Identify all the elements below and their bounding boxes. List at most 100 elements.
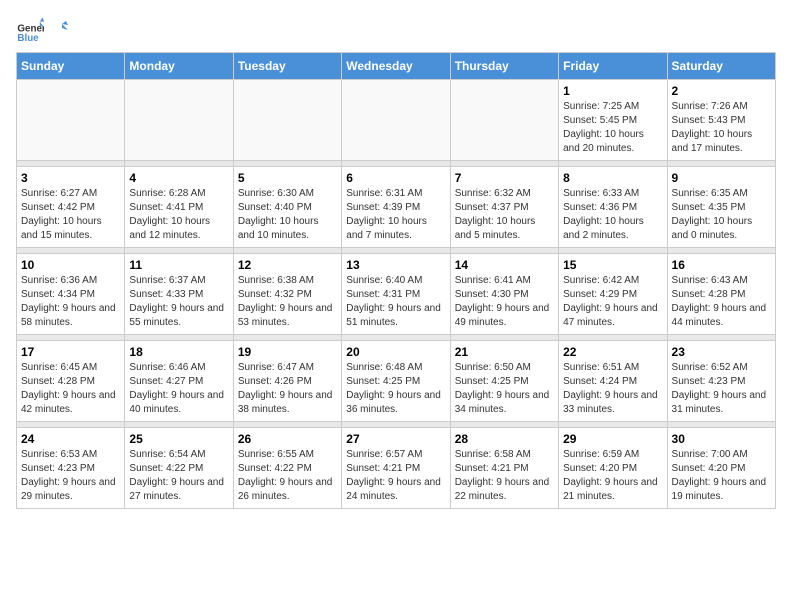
day-number: 23 <box>672 345 771 359</box>
day-info: Sunrise: 6:27 AM Sunset: 4:42 PM Dayligh… <box>21 187 120 243</box>
day-info: Sunrise: 6:31 AM Sunset: 4:39 PM Dayligh… <box>346 187 445 243</box>
day-number: 19 <box>238 345 337 359</box>
day-info: Sunrise: 6:47 AM Sunset: 4:26 PM Dayligh… <box>238 361 337 417</box>
day-number: 8 <box>563 171 662 185</box>
day-info: Sunrise: 6:55 AM Sunset: 4:22 PM Dayligh… <box>238 448 337 504</box>
day-info: Sunrise: 6:43 AM Sunset: 4:28 PM Dayligh… <box>672 274 771 330</box>
day-info: Sunrise: 7:26 AM Sunset: 5:43 PM Dayligh… <box>672 100 771 156</box>
day-info: Sunrise: 6:38 AM Sunset: 4:32 PM Dayligh… <box>238 274 337 330</box>
calendar-cell: 15Sunrise: 6:42 AM Sunset: 4:29 PM Dayli… <box>559 254 667 335</box>
day-number: 13 <box>346 258 445 272</box>
calendar-cell: 10 Sunrise: 6:36 AM Sunset: 4:34 PM Dayli… <box>17 254 125 335</box>
calendar-cell: 19 Sunrise: 6:47 AM Sunset: 4:26 PM Dayli… <box>233 341 341 422</box>
logo-icon: General Blue <box>16 16 44 44</box>
day-info: Sunrise: 6:52 AM Sunset: 4:23 PM Dayligh… <box>672 361 771 417</box>
day-info: Sunrise: 6:35 AM Sunset: 4:35 PM Dayligh… <box>672 187 771 243</box>
header: General Blue <box>16 16 776 44</box>
day-number: 25 <box>129 432 228 446</box>
calendar-cell: 29 Sunrise: 6:59 AM Sunset: 4:20 PM Dayli… <box>559 428 667 509</box>
day-number: 24 <box>21 432 120 446</box>
calendar-week-4: 17 Sunrise: 6:45 AM Sunset: 4:28 PM Dayli… <box>17 341 776 422</box>
day-info: Sunrise: 6:57 AM Sunset: 4:21 PM Dayligh… <box>346 448 445 504</box>
calendar-cell: 23 Sunrise: 6:52 AM Sunset: 4:23 PM Dayli… <box>667 341 775 422</box>
day-info: Sunrise: 6:41 AM Sunset: 4:30 PM Dayligh… <box>455 274 554 330</box>
day-info: Sunrise: 6:32 AM Sunset: 4:37 PM Dayligh… <box>455 187 554 243</box>
day-number: 20 <box>346 345 445 359</box>
calendar-cell: 17 Sunrise: 6:45 AM Sunset: 4:28 PM Dayli… <box>17 341 125 422</box>
day-info: Sunrise: 6:42 AM Sunset: 4:29 PM Dayligh… <box>563 274 662 330</box>
calendar-cell: 13 Sunrise: 6:40 AM Sunset: 4:31 PM Dayli… <box>342 254 450 335</box>
day-info: Sunrise: 7:25 AM Sunset: 5:45 PM Dayligh… <box>563 100 662 156</box>
weekday-header-friday: Friday <box>559 53 667 80</box>
day-info: Sunrise: 6:30 AM Sunset: 4:40 PM Dayligh… <box>238 187 337 243</box>
weekday-header-wednesday: Wednesday <box>342 53 450 80</box>
calendar-cell: 3 Sunrise: 6:27 AM Sunset: 4:42 PM Daylig… <box>17 167 125 248</box>
weekday-header-saturday: Saturday <box>667 53 775 80</box>
day-number: 18 <box>129 345 228 359</box>
day-number: 10 <box>21 258 120 272</box>
day-info: Sunrise: 6:45 AM Sunset: 4:28 PM Dayligh… <box>21 361 120 417</box>
calendar-week-2: 3 Sunrise: 6:27 AM Sunset: 4:42 PM Daylig… <box>17 167 776 248</box>
day-number: 14 <box>455 258 554 272</box>
calendar-cell: 12 Sunrise: 6:38 AM Sunset: 4:32 PM Dayli… <box>233 254 341 335</box>
day-number: 28 <box>455 432 554 446</box>
calendar-cell <box>450 80 558 161</box>
calendar-cell: 14 Sunrise: 6:41 AM Sunset: 4:30 PM Dayli… <box>450 254 558 335</box>
calendar: SundayMondayTuesdayWednesdayThursdayFrid… <box>16 52 776 509</box>
day-number: 4 <box>129 171 228 185</box>
calendar-cell: 21 Sunrise: 6:50 AM Sunset: 4:25 PM Dayli… <box>450 341 558 422</box>
calendar-cell: 26 Sunrise: 6:55 AM Sunset: 4:22 PM Dayli… <box>233 428 341 509</box>
day-info: Sunrise: 6:50 AM Sunset: 4:25 PM Dayligh… <box>455 361 554 417</box>
calendar-cell: 6 Sunrise: 6:31 AM Sunset: 4:39 PM Daylig… <box>342 167 450 248</box>
day-number: 26 <box>238 432 337 446</box>
calendar-cell: 2 Sunrise: 7:26 AM Sunset: 5:43 PM Daylig… <box>667 80 775 161</box>
calendar-cell: 30Sunrise: 7:00 AM Sunset: 4:20 PM Dayli… <box>667 428 775 509</box>
day-info: Sunrise: 6:58 AM Sunset: 4:21 PM Dayligh… <box>455 448 554 504</box>
weekday-header-monday: Monday <box>125 53 233 80</box>
calendar-cell: 22 Sunrise: 6:51 AM Sunset: 4:24 PM Dayli… <box>559 341 667 422</box>
day-info: Sunrise: 6:54 AM Sunset: 4:22 PM Dayligh… <box>129 448 228 504</box>
weekday-header-sunday: Sunday <box>17 53 125 80</box>
day-number: 9 <box>672 171 771 185</box>
day-info: Sunrise: 6:51 AM Sunset: 4:24 PM Dayligh… <box>563 361 662 417</box>
day-number: 22 <box>563 345 662 359</box>
day-number: 11 <box>129 258 228 272</box>
calendar-cell: 7Sunrise: 6:32 AM Sunset: 4:37 PM Daylig… <box>450 167 558 248</box>
calendar-cell: 25 Sunrise: 6:54 AM Sunset: 4:22 PM Dayli… <box>125 428 233 509</box>
day-number: 6 <box>346 171 445 185</box>
day-info: Sunrise: 6:59 AM Sunset: 4:20 PM Dayligh… <box>563 448 662 504</box>
day-number: 2 <box>672 84 771 98</box>
calendar-cell: 4 Sunrise: 6:28 AM Sunset: 4:41 PM Daylig… <box>125 167 233 248</box>
calendar-cell: 18Sunrise: 6:46 AM Sunset: 4:27 PM Dayli… <box>125 341 233 422</box>
day-info: Sunrise: 6:40 AM Sunset: 4:31 PM Dayligh… <box>346 274 445 330</box>
logo-bird-icon <box>48 20 68 40</box>
calendar-cell: 24 Sunrise: 6:53 AM Sunset: 4:23 PM Dayli… <box>17 428 125 509</box>
calendar-cell: 11Sunrise: 6:37 AM Sunset: 4:33 PM Dayli… <box>125 254 233 335</box>
calendar-cell <box>125 80 233 161</box>
weekday-header-thursday: Thursday <box>450 53 558 80</box>
day-info: Sunrise: 6:53 AM Sunset: 4:23 PM Dayligh… <box>21 448 120 504</box>
day-info: Sunrise: 6:33 AM Sunset: 4:36 PM Dayligh… <box>563 187 662 243</box>
day-number: 29 <box>563 432 662 446</box>
calendar-cell: 16 Sunrise: 6:43 AM Sunset: 4:28 PM Dayli… <box>667 254 775 335</box>
day-number: 5 <box>238 171 337 185</box>
calendar-cell: 1 Sunrise: 7:25 AM Sunset: 5:45 PM Daylig… <box>559 80 667 161</box>
day-number: 12 <box>238 258 337 272</box>
day-info: Sunrise: 6:28 AM Sunset: 4:41 PM Dayligh… <box>129 187 228 243</box>
day-number: 27 <box>346 432 445 446</box>
calendar-cell: 28 Sunrise: 6:58 AM Sunset: 4:21 PM Dayli… <box>450 428 558 509</box>
day-number: 1 <box>563 84 662 98</box>
day-info: Sunrise: 6:48 AM Sunset: 4:25 PM Dayligh… <box>346 361 445 417</box>
day-info: Sunrise: 6:36 AM Sunset: 4:34 PM Dayligh… <box>21 274 120 330</box>
day-number: 21 <box>455 345 554 359</box>
calendar-week-5: 24 Sunrise: 6:53 AM Sunset: 4:23 PM Dayli… <box>17 428 776 509</box>
calendar-cell <box>17 80 125 161</box>
calendar-week-3: 10 Sunrise: 6:36 AM Sunset: 4:34 PM Dayli… <box>17 254 776 335</box>
day-number: 3 <box>21 171 120 185</box>
logo: General Blue <box>16 16 68 44</box>
day-number: 17 <box>21 345 120 359</box>
calendar-cell: 5 Sunrise: 6:30 AM Sunset: 4:40 PM Daylig… <box>233 167 341 248</box>
day-number: 30 <box>672 432 771 446</box>
day-number: 16 <box>672 258 771 272</box>
svg-text:Blue: Blue <box>17 33 39 44</box>
